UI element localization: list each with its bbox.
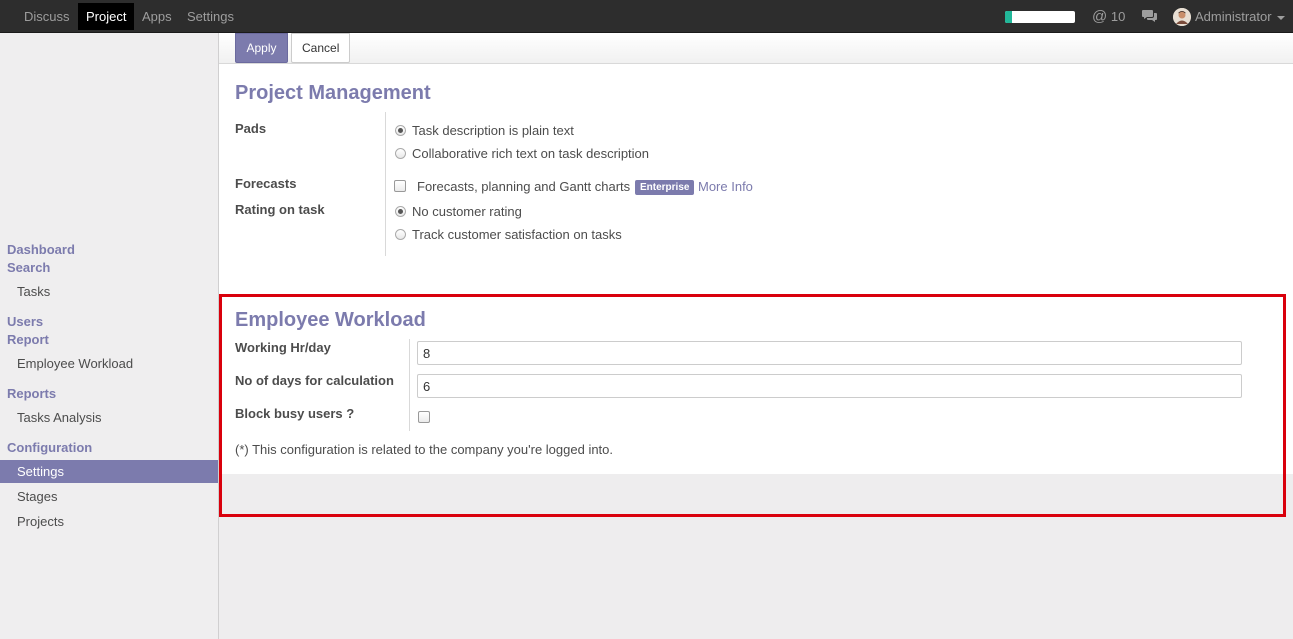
menu-discuss[interactable]: Discuss (16, 3, 78, 30)
enterprise-badge: Enterprise (635, 180, 695, 195)
settings-sheet: Project Management Pads Task description… (219, 64, 1293, 474)
control-panel: Apply Cancel (219, 33, 1293, 64)
days-calculation-input[interactable] (417, 374, 1242, 398)
pads-option-rich-text[interactable]: Collaborative rich text on task descript… (412, 146, 649, 161)
rating-option-none[interactable]: No customer rating (412, 204, 522, 219)
menu-project[interactable]: Project (78, 3, 135, 30)
section-title-employee-workload: Employee Workload (235, 309, 426, 331)
cancel-button[interactable]: Cancel (291, 33, 350, 63)
caret-down-icon (1277, 16, 1285, 20)
sidebar-category-users[interactable]: Users (7, 314, 43, 329)
main-navbar: Discuss Project Apps Settings @ 10 Admin… (0, 0, 1293, 33)
sidebar-category-report[interactable]: Report (7, 332, 49, 347)
at-icon: @ (1092, 8, 1108, 25)
sidebar-category-configuration[interactable]: Configuration (7, 440, 92, 455)
section-title-project-management: Project Management (235, 82, 431, 104)
rating-radio-track[interactable] (395, 229, 406, 240)
sidebar-category-search[interactable]: Search (7, 260, 50, 275)
avatar (1173, 8, 1191, 26)
rating-radio-none[interactable] (395, 206, 406, 217)
pads-label: Pads (235, 121, 267, 136)
company-note: (*) This configuration is related to the… (235, 442, 614, 457)
settings-content: Project Management Pads Task description… (219, 64, 1293, 639)
mentions-counter[interactable]: @ 10 (1092, 8, 1125, 25)
working-hr-input[interactable] (417, 341, 1242, 365)
sidebar-item-settings[interactable]: Settings (0, 460, 218, 483)
rating-label: Rating on task (235, 202, 325, 217)
sidebar-item-projects[interactable]: Projects (0, 510, 218, 533)
progress-bar[interactable] (1005, 11, 1075, 23)
days-calculation-label: No of days for calculation (235, 373, 394, 388)
forecasts-option[interactable]: Forecasts, planning and Gantt charts (417, 179, 630, 194)
pads-radio-rich-text[interactable] (395, 148, 406, 159)
more-info-link[interactable]: More Info (698, 179, 753, 194)
working-hr-label: Working Hr/day (235, 340, 331, 355)
apply-button[interactable]: Apply (235, 33, 288, 63)
block-busy-checkbox[interactable] (418, 411, 430, 423)
sidebar-item-tasks-analysis[interactable]: Tasks Analysis (0, 406, 218, 429)
sidebar-item-employee-workload[interactable]: Employee Workload (0, 352, 218, 375)
pads-option-plain-text[interactable]: Task description is plain text (412, 123, 574, 138)
chat-icon[interactable] (1141, 9, 1158, 24)
field-divider (385, 112, 386, 256)
forecasts-checkbox[interactable] (394, 180, 406, 192)
menu-apps[interactable]: Apps (134, 3, 180, 30)
menu-settings[interactable]: Settings (179, 3, 242, 30)
field-divider (409, 339, 410, 431)
sidebar-item-tasks[interactable]: Tasks (0, 280, 218, 303)
sidebar: Dashboard Search Tasks Users Report Empl… (0, 33, 219, 639)
mentions-count: 10 (1110, 9, 1126, 24)
sidebar-category-reports[interactable]: Reports (7, 386, 56, 401)
progress-fill (1005, 11, 1012, 23)
rating-option-track[interactable]: Track customer satisfaction on tasks (412, 227, 622, 242)
sidebar-item-stages[interactable]: Stages (0, 485, 218, 508)
forecasts-label: Forecasts (235, 176, 297, 191)
user-name: Administrator (1195, 9, 1272, 24)
sidebar-category-dashboard[interactable]: Dashboard (7, 242, 75, 257)
pads-radio-plain-text[interactable] (395, 125, 406, 136)
block-busy-label: Block busy users ? (235, 406, 355, 421)
